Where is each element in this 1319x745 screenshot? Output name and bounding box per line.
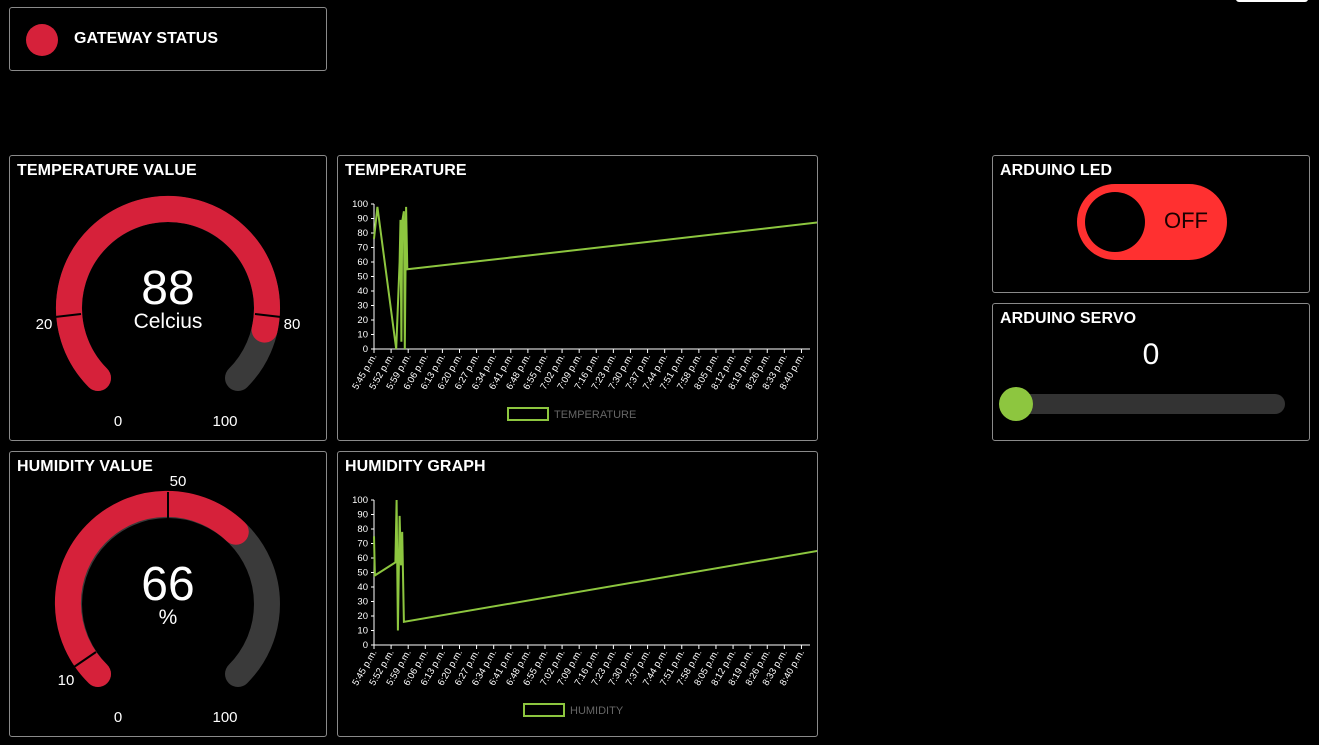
y-tick-label: 10 <box>357 626 368 637</box>
gauge-unit: Celcius <box>134 310 203 333</box>
toggle-knob <box>1085 192 1145 252</box>
y-tick-label: 40 <box>357 286 368 297</box>
servo-value: 0 <box>1142 338 1160 371</box>
temperature-gauge: 88 Celcius 20 80 0 100 <box>36 196 301 430</box>
y-tick-label: 80 <box>357 524 368 535</box>
gauge-max-label: 100 <box>212 413 237 430</box>
legend-label: TEMPERATURE <box>554 409 636 421</box>
y-tick-label: 70 <box>357 243 368 254</box>
y-tick-label: 0 <box>363 344 368 355</box>
series-line <box>373 206 817 350</box>
gauge-tick-label-low: 20 <box>36 316 53 333</box>
y-tick-label: 60 <box>357 257 368 268</box>
y-tick-label: 70 <box>357 539 368 550</box>
y-tick-label: 100 <box>352 495 368 506</box>
humidity-chart-card: HUMIDITY GRAPH 0 10 20 30 40 50 60 70 80 90 100 5:4… <box>337 451 818 737</box>
led-toggle-switch[interactable]: OFF <box>1077 184 1227 260</box>
servo-slider-thumb[interactable] <box>999 387 1033 421</box>
gauge-tick-label-low: 10 <box>58 672 75 689</box>
y-tick-label: 10 <box>357 330 368 341</box>
gauge-tick-label-mid: 50 <box>170 473 187 490</box>
gauge-min-label: 0 <box>114 413 122 430</box>
y-tick-label: 80 <box>357 228 368 239</box>
y-tick-label: 60 <box>357 553 368 564</box>
humidity-line-chart: 01020304050607080901005:45 p.m.5:52 p.m.… <box>350 495 817 717</box>
card-title: ARDUINO LED <box>1000 162 1113 179</box>
card-title: ARDUINO SERVO <box>1000 310 1137 327</box>
gauge-value: 66 <box>141 558 194 611</box>
temperature-gauge-card: TEMPERATURE VALUE 88 Celcius 20 80 0 100 <box>9 155 327 441</box>
y-tick-label: 40 <box>357 582 368 593</box>
legend-label: HUMIDITY <box>570 705 624 717</box>
humidity-gauge-card: HUMIDITY VALUE 66 % 50 10 0 100 <box>9 451 327 737</box>
y-tick-label: 20 <box>357 315 368 326</box>
status-indicator <box>26 24 58 56</box>
y-tick-label: 30 <box>357 301 368 312</box>
y-tick-label: 90 <box>357 510 368 521</box>
legend-swatch <box>523 703 565 717</box>
temperature-chart-card: TEMPERATURE 0 10 20 30 40 50 60 70 80 90 100 5:45 p… <box>337 155 818 441</box>
y-tick-label: 0 <box>363 640 368 651</box>
legend-swatch <box>507 407 549 421</box>
y-tick-label: 20 <box>357 611 368 622</box>
y-tick-label: 50 <box>357 272 368 283</box>
temperature-line-chart: 01020304050607080901005:45 p.m.5:52 p.m.… <box>350 199 817 421</box>
y-tick-label: 100 <box>352 199 368 210</box>
y-tick-label: 90 <box>357 214 368 225</box>
gateway-status-label: GATEWAY STATUS <box>74 30 219 47</box>
servo-slider-track[interactable] <box>1015 394 1285 414</box>
gauge-value: 88 <box>141 262 194 315</box>
toggle-state-label: OFF <box>1164 208 1208 233</box>
gauge-max-label: 100 <box>212 709 237 726</box>
y-tick-label: 30 <box>357 597 368 608</box>
y-tick-label: 50 <box>357 568 368 579</box>
arduino-led-card: ARDUINO LED OFF <box>992 155 1310 293</box>
gateway-status-card: GATEWAY STATUS <box>9 7 327 71</box>
gauge-unit: % <box>159 606 178 629</box>
arduino-servo-card: ARDUINO SERVO 0 <box>992 303 1310 441</box>
gauge-min-label: 0 <box>114 709 122 726</box>
humidity-gauge: 66 % 50 10 0 100 <box>54 473 280 726</box>
series-line <box>373 499 817 631</box>
top-right-button[interactable] <box>1236 0 1308 2</box>
gauge-tick-label-high: 80 <box>284 316 301 333</box>
